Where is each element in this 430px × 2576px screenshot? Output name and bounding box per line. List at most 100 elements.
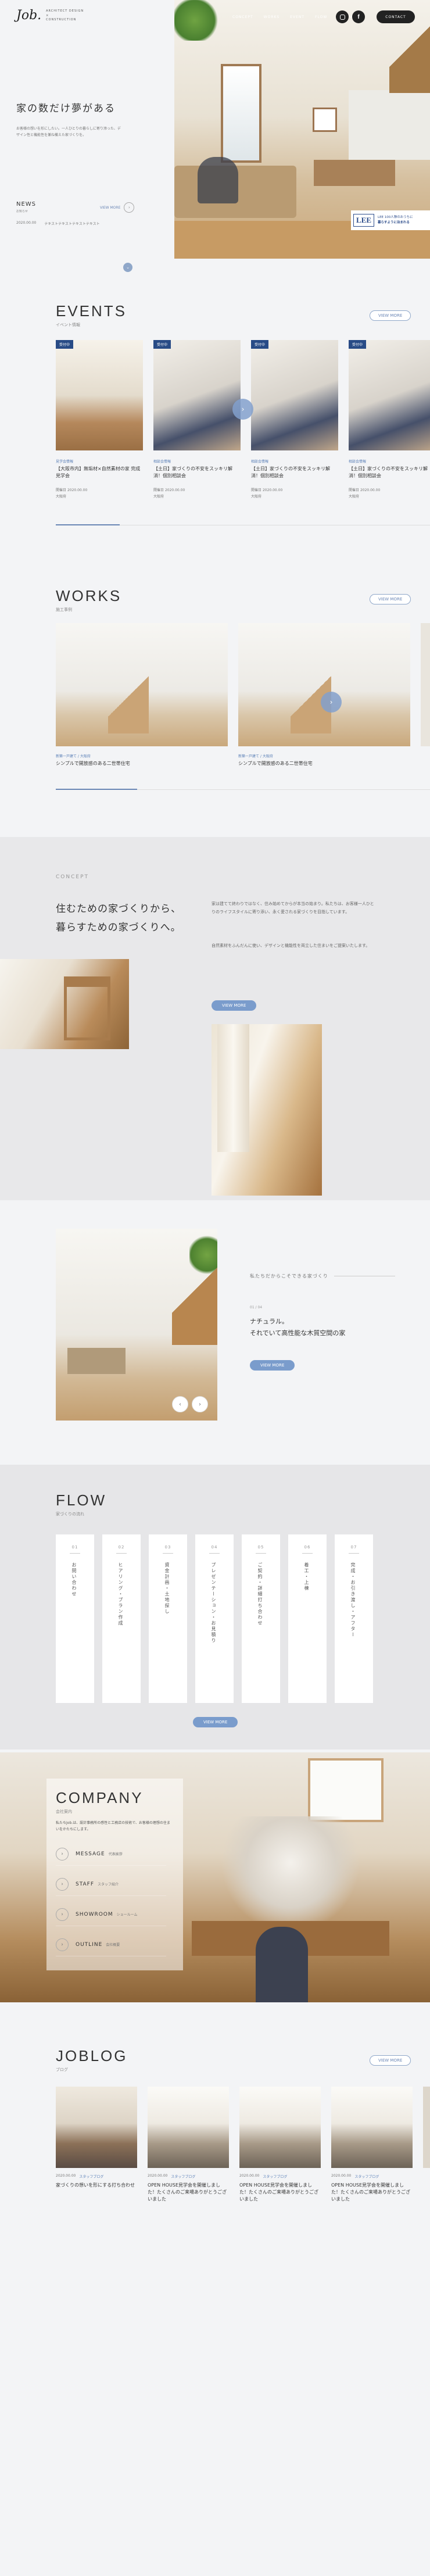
company-sub: 会社案内 (56, 1809, 72, 1814)
flow-heading: FLOW 家づくりの流れ (56, 1491, 106, 1517)
blog-more-button[interactable]: VIEW MORE (370, 2055, 411, 2066)
event-status-badge: 受付中 (153, 340, 171, 349)
blog-meta-row: 2020.00.00 スタッフブログ (331, 2174, 379, 2179)
event-category: 相談会情報 (251, 460, 269, 464)
lee-banner[interactable]: LEE LEE 100人隊のおうちに 暮らすように泊まれる (351, 210, 430, 230)
scroll-down-icon[interactable]: ⌄ (123, 263, 132, 272)
event-card[interactable]: 受付中 相談会情報 【土日】家づくりの不安をスッキリ解消！個別相談会 開催日 2… (153, 340, 241, 514)
company-window (308, 1758, 384, 1822)
concept-more-button[interactable]: VIEW MORE (212, 1000, 257, 1011)
works-progress-bar[interactable] (56, 789, 430, 790)
events-next-arrow[interactable]: › (232, 399, 253, 420)
nav-item-works[interactable]: WORKS (264, 15, 280, 19)
company-link-message[interactable]: › MESSAGE 代表挨拶 (56, 1842, 166, 1866)
logo-sub-line: CONSTRUCTION (46, 18, 77, 22)
hero-table (314, 160, 395, 186)
company-link-staff[interactable]: › STAFF スタッフ紹介 (56, 1873, 166, 1896)
site-logo[interactable]: Job. ARCHITECT DESIGN × CONSTRUCTION (16, 8, 84, 23)
news-text: テキストテキストテキストテキスト (44, 222, 100, 226)
blog-image (148, 2087, 229, 2168)
nav-item-concept[interactable]: CONCEPT (232, 15, 253, 19)
strength-prev-button[interactable]: ‹ (172, 1396, 188, 1412)
company-link-showroom[interactable]: › SHOWROOM ショールーム (56, 1903, 166, 1926)
flow-step-text: プレゼンテーション・お見積り (211, 1562, 216, 1644)
blog-image (239, 2087, 321, 2168)
blog-sub: ブログ (56, 2067, 68, 2072)
work-image (238, 623, 410, 746)
work-category: 新築一戸建て / 大阪府 (56, 754, 91, 759)
nav-item-flow[interactable]: FLOW (315, 15, 327, 19)
hero-kitchen (349, 90, 430, 160)
flow-more-button[interactable]: VIEW MORE (193, 1717, 238, 1727)
chair-shape (64, 976, 110, 1040)
arrow-circle-icon: › (56, 1938, 69, 1951)
strength-next-button[interactable]: › (192, 1396, 208, 1412)
blog-card[interactable]: 2020.00.00 スタッフブログ OPEN HOUSE見学会を開催しました！… (331, 2087, 413, 2203)
news-more-link[interactable]: VIEW MORE › (100, 202, 135, 213)
events-progress-fill (56, 524, 120, 525)
instagram-icon[interactable] (336, 10, 349, 23)
strength-more-button[interactable]: VIEW MORE (250, 1360, 295, 1371)
event-date-label: 開催日 (251, 488, 262, 492)
blog-card-partial[interactable] (423, 2087, 430, 2168)
work-card-partial[interactable] (421, 623, 430, 746)
event-card[interactable]: 受付中 見学会情報 【大阪市内】無垢材×自然素材の家 完成見学会 開催日 202… (56, 340, 143, 514)
blog-card[interactable]: 2020.00.00 スタッフブログ 家づくりの想いを形にする打ち合わせ (56, 2087, 137, 2203)
concept-heading-2: 暮らすための家づくりへ。 (56, 922, 181, 934)
event-meta: 開催日 2020.00.00 大阪府 (153, 488, 185, 500)
works-progress-fill (56, 789, 137, 790)
works-more-button[interactable]: VIEW MORE (370, 594, 411, 604)
concept-image-chair (0, 959, 129, 1049)
works-sub: 施工事例 (56, 607, 72, 612)
blog-card[interactable]: 2020.00.00 スタッフブログ OPEN HOUSE見学会を開催しました！… (148, 2087, 229, 2203)
blog-meta-row: 2020.00.00 スタッフブログ (148, 2174, 195, 2179)
event-date-label: 開催日 (349, 488, 360, 492)
works-next-arrow[interactable]: › (321, 692, 342, 713)
flow-step-number: 01 (71, 1545, 78, 1550)
blog-image (331, 2087, 413, 2168)
flow-step-text: 完成・お引き渡し・アフター (350, 1562, 356, 1638)
flow-step-divider (349, 1553, 359, 1554)
blog-date: 2020.00.00 (331, 2174, 352, 2178)
events-more-button[interactable]: VIEW MORE (370, 310, 411, 321)
company-link-sub: 代表挨拶 (108, 1852, 123, 1856)
event-category: 相談会情報 (153, 460, 171, 464)
flow-sub: 家づくりの流れ (56, 1512, 84, 1516)
flow-step-divider (302, 1553, 313, 1554)
event-image (349, 340, 430, 450)
events-sub: イベント情報 (56, 323, 80, 327)
hero-people (198, 157, 238, 203)
nav-item-event[interactable]: EVENT (290, 15, 304, 19)
hero-plant (174, 0, 221, 41)
event-card[interactable]: 受付中 相談会情報 【土日】家づくりの不安をスッキリ解消！個別相談会 開催日 2… (349, 340, 430, 514)
strength-heading-2: それでいて高性能な木質空間の家 (250, 1329, 346, 1337)
arrow-circle-icon: › (124, 202, 135, 213)
news-item[interactable]: 2020.00.00 テキストテキストテキストテキスト (16, 221, 100, 226)
event-status-badge: 受付中 (251, 340, 269, 349)
company-link-label: SHOWROOM (76, 1911, 113, 1917)
flow-step-number: 04 (211, 1545, 218, 1550)
facebook-icon[interactable]: f (352, 10, 365, 23)
event-card[interactable]: 受付中 相談会情報 【土日】家づくりの不安をスッキリ解消！個別相談会 開催日 2… (251, 340, 338, 514)
events-title: EVENTS (56, 302, 127, 320)
contact-button[interactable]: CONTACT (377, 10, 415, 23)
event-place: 大阪府 (56, 494, 67, 499)
company-link-outline[interactable]: › OUTLINE 会社概要 (56, 1933, 166, 1956)
hero-window (221, 64, 261, 163)
blog-tag: スタッフブログ (171, 2175, 196, 2179)
event-meta: 開催日 2020.00.00 大阪府 (56, 488, 87, 500)
flow-step-card: 02 ヒアリング・プラン作成 (102, 1534, 141, 1703)
event-image (153, 340, 241, 450)
work-card[interactable]: 新築一戸建て / 大阪府 シンプルで開放感のある二世帯住宅 (56, 623, 228, 774)
logo-sub-line: ARCHITECT DESIGN (46, 9, 84, 13)
blog-card[interactable]: 2020.00.00 スタッフブログ OPEN HOUSE見学会を開催しました！… (239, 2087, 321, 2203)
blog-date: 2020.00.00 (239, 2174, 260, 2178)
strength-sofa (67, 1348, 126, 1374)
flow-step-text: 資金計画・土地探し (164, 1562, 170, 1615)
event-date-label: 開催日 (153, 488, 164, 492)
news-date: 2020.00.00 (16, 221, 37, 225)
flow-step-divider (70, 1553, 80, 1554)
news-more-label: VIEW MORE (100, 205, 121, 210)
concept-heading-1: 住むための家づくりから、 (56, 903, 181, 915)
work-title: シンプルで開放感のある二世帯住宅 (238, 761, 313, 766)
